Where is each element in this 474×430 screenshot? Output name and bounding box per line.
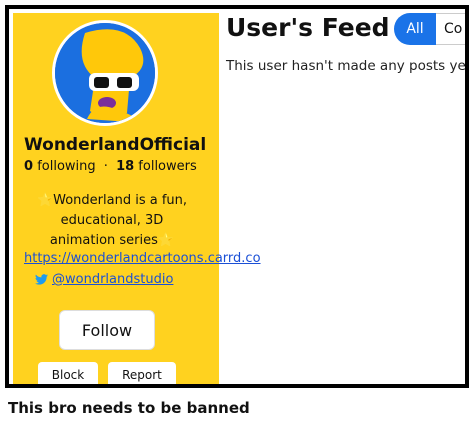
- followers-label[interactable]: followers: [138, 159, 196, 174]
- following-count[interactable]: 0: [24, 159, 33, 174]
- comic-panel: WonderlandOfficial 0 following · 18 foll…: [5, 5, 469, 388]
- website-link[interactable]: https://wonderlandcartoons.carrd.co: [24, 251, 269, 266]
- stats-separator: ·: [103, 159, 108, 174]
- following-label[interactable]: following: [37, 159, 95, 174]
- profile-username: WonderlandOfficial: [24, 135, 207, 155]
- tab-all[interactable]: All: [394, 13, 436, 45]
- feed-empty-message: This user hasn't made any posts yet.: [226, 58, 469, 74]
- profile-bio: ⭐Wonderland is a fun, educational, 3D an…: [17, 191, 207, 251]
- twitter-link-row[interactable]: @wondrlandstudio: [35, 272, 173, 287]
- bio-line: animation series⭐: [49, 233, 175, 248]
- block-button[interactable]: Block: [38, 362, 98, 384]
- follow-button[interactable]: Follow: [59, 310, 155, 350]
- twitter-handle[interactable]: @wondrlandstudio: [52, 272, 173, 287]
- avatar-character-icon: [55, 23, 155, 123]
- twitter-bird-icon: [35, 274, 48, 285]
- comic-caption: This bro needs to be banned: [8, 399, 250, 417]
- follow-stats: 0 following · 18 followers: [24, 159, 197, 174]
- bio-line: educational, 3D: [60, 213, 164, 228]
- bio-line: ⭐Wonderland is a fun,: [36, 193, 188, 208]
- avatar[interactable]: [52, 20, 158, 126]
- profile-sidebar: WonderlandOfficial 0 following · 18 foll…: [13, 13, 261, 384]
- followers-count[interactable]: 18: [116, 159, 134, 174]
- tab-co[interactable]: Co: [436, 13, 465, 45]
- feed-title: User's Feed: [226, 13, 390, 42]
- report-button[interactable]: Report: [108, 362, 176, 384]
